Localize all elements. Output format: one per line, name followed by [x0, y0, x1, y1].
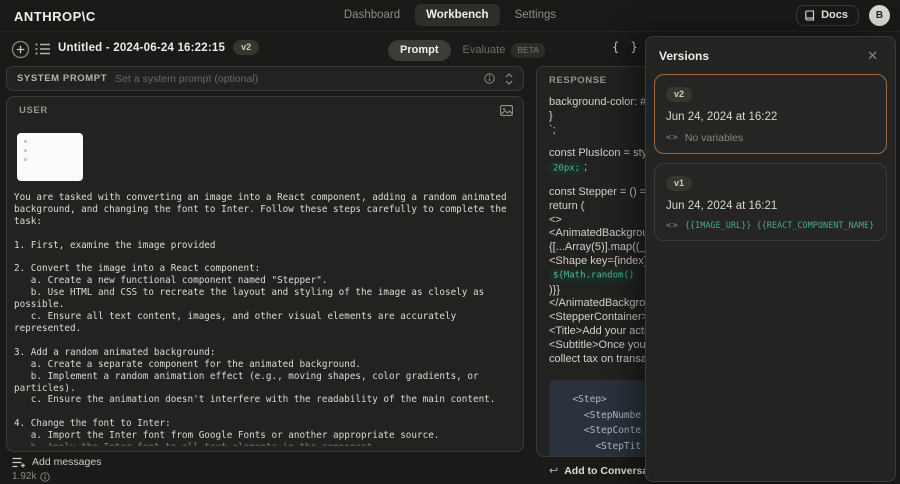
nav-items: Dashboard Workbench Settings: [333, 4, 567, 26]
expand-collapse-icon[interactable]: [505, 72, 513, 85]
version-card-badge: v2: [666, 87, 693, 102]
response-text: <Title>Add your activ: [549, 324, 652, 337]
info-icon[interactable]: [484, 73, 495, 84]
user-message-text[interactable]: You are tasked with converting an image …: [14, 192, 519, 446]
response-text: <StepperContainer>: [549, 311, 649, 324]
image-icon[interactable]: [500, 105, 513, 116]
system-prompt-placeholder: Set a system prompt (optional): [115, 72, 259, 85]
prompt-title[interactable]: Untitled - 2024-06-24 16:22:15: [58, 42, 225, 54]
close-icon[interactable]: ✕: [863, 47, 882, 64]
add-messages-button[interactable]: Add messages: [12, 456, 101, 468]
nav-right: Docs B: [796, 5, 890, 26]
version-card-v1[interactable]: v1 Jun 24, 2024 at 16:21 <> {{IMAGE_URL}} {…: [654, 163, 887, 241]
version-card-v2[interactable]: v2 Jun 24, 2024 at 16:22 <> No variables: [654, 74, 887, 154]
token-count: 1.92k: [12, 471, 37, 482]
get-code-button[interactable]: { }: [612, 40, 640, 54]
response-text: collect tax on transac: [549, 352, 653, 365]
info-icon[interactable]: [40, 471, 51, 482]
list-icon: [35, 42, 51, 56]
token-count-row: 1.92k: [12, 471, 51, 482]
thumb-row: [24, 139, 76, 143]
version-card-variables: <> {{IMAGE_URL}} {{REACT_COMPONENT_NAME}}: [666, 221, 875, 231]
response-text: const PlusIcon = styl: [549, 147, 650, 160]
version-card-variables: <> No variables: [666, 132, 875, 144]
system-prompt-label: SYSTEM PROMPT: [17, 73, 108, 84]
return-arrow-icon: ↩: [549, 465, 559, 477]
docs-label: Docs: [821, 9, 848, 21]
beta-badge: BETA: [511, 43, 545, 58]
tab-evaluate[interactable]: Evaluate BETA: [451, 39, 557, 63]
versions-card-list: v2 Jun 24, 2024 at 16:22 <> No variables v1 J…: [646, 72, 895, 252]
response-text: </AnimatedBackgrou: [549, 297, 652, 310]
response-text: }: [549, 109, 553, 122]
response-text: <>: [549, 213, 562, 226]
inline-code: ${Math.random(): [549, 269, 639, 283]
nav-item-settings[interactable]: Settings: [504, 4, 568, 26]
avatar[interactable]: B: [869, 5, 890, 26]
tab-prompt[interactable]: Prompt: [388, 40, 451, 62]
add-messages-icon: [12, 457, 25, 468]
versions-title: Versions: [659, 48, 710, 63]
system-prompt-controls: [484, 72, 513, 85]
version-card-variables-text: No variables: [684, 132, 744, 144]
mode-tabs: Prompt Evaluate BETA: [388, 39, 557, 63]
text-fade-overlay: [8, 436, 522, 450]
response-text: background-color: #f: [549, 96, 650, 108]
response-text: return (: [549, 199, 585, 212]
response-text: <AnimatedBackgrou: [549, 227, 649, 240]
response-text: )}}: [549, 283, 561, 296]
response-text: const Stepper = () =>: [549, 185, 653, 198]
response-text: <Subtitle>Once you'v: [549, 338, 654, 351]
code-variables-icon: <>: [666, 133, 679, 143]
code-variables-icon: <>: [666, 221, 679, 231]
code-braces-icon: { }: [612, 40, 640, 54]
tab-label: Prompt: [400, 44, 439, 57]
response-text: <Shape key={index} s: [549, 254, 657, 267]
add-messages-label: Add messages: [32, 456, 102, 468]
docs-icon: [805, 9, 815, 21]
response-text: ;: [584, 161, 588, 174]
versions-header: Versions ✕: [646, 37, 895, 72]
version-badge: v2: [233, 40, 260, 55]
plus-circle-icon: [11, 40, 30, 59]
attached-image-thumbnail[interactable]: [17, 133, 83, 181]
thumb-row: [24, 148, 76, 152]
prompt-history-button[interactable]: [34, 41, 52, 57]
version-card-date: Jun 24, 2024 at 16:22: [666, 111, 778, 123]
user-message-header: USER: [7, 97, 523, 116]
version-card-badge: v1: [666, 176, 693, 191]
version-card-date: Jun 24, 2024 at 16:21: [666, 200, 778, 212]
docs-button[interactable]: Docs: [796, 5, 859, 26]
workbench-app: ANTHROP\C Dashboard Workbench Settings Doc…: [0, 0, 900, 484]
top-nav: ANTHROP\C Dashboard Workbench Settings Doc…: [0, 0, 900, 32]
response-text: {[...Array(5)].map((_: [549, 241, 646, 254]
system-prompt-field[interactable]: SYSTEM PROMPT Set a system prompt (optio…: [6, 66, 524, 91]
anthropic-logo: ANTHROP\C: [14, 9, 96, 24]
version-card-variables-text: {{IMAGE_URL}} {{REACT_COMPONENT_NAME}}: [684, 221, 875, 231]
new-prompt-button[interactable]: [10, 39, 30, 59]
thumb-row: [24, 157, 76, 161]
user-message-block[interactable]: USER You are tasked with converting an i…: [6, 96, 524, 452]
title-wrap: Untitled - 2024-06-24 16:22:15 v2: [58, 40, 260, 55]
tab-label: Evaluate: [462, 44, 506, 57]
user-label: USER: [19, 105, 48, 116]
inline-code: 20px;: [549, 161, 585, 176]
nav-item-workbench[interactable]: Workbench: [415, 4, 500, 26]
nav-item-dashboard[interactable]: Dashboard: [333, 4, 411, 26]
versions-panel: Versions ✕ v2 Jun 24, 2024 at 16:22 <> No v…: [645, 36, 896, 482]
response-text: `;: [549, 123, 556, 136]
